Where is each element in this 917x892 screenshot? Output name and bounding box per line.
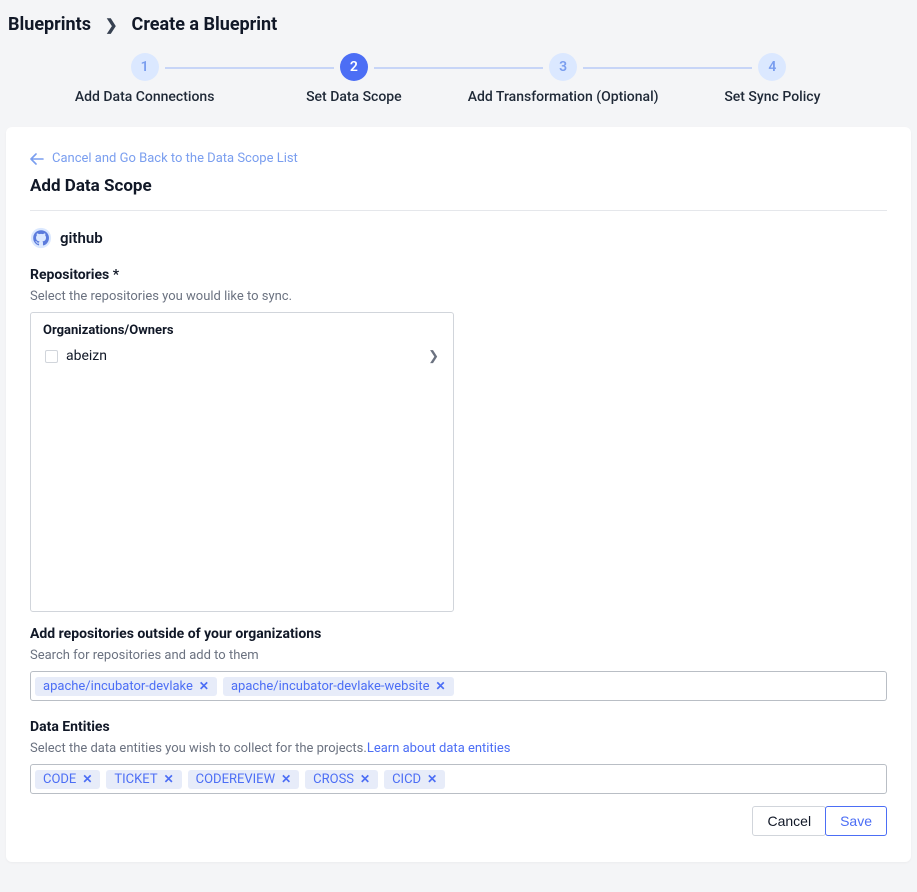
close-icon[interactable]: ✕ xyxy=(360,772,370,786)
close-icon[interactable]: ✕ xyxy=(164,772,174,786)
back-link[interactable]: Cancel and Go Back to the Data Scope Lis… xyxy=(30,151,298,166)
data-scope-card: Cancel and Go Back to the Data Scope Lis… xyxy=(6,127,911,862)
outside-repos-input[interactable]: apache/incubator-devlake ✕ apache/incuba… xyxy=(30,671,887,701)
arrow-left-icon xyxy=(30,153,44,165)
step-number: 1 xyxy=(131,53,159,81)
organizations-listbox[interactable]: Organizations/Owners abeizn ❯ xyxy=(30,312,454,612)
step-add-transformation[interactable]: 3 Add Transformation (Optional) xyxy=(459,53,668,105)
close-icon[interactable]: ✕ xyxy=(82,772,92,786)
breadcrumb-root[interactable]: Blueprints xyxy=(8,14,91,35)
save-button[interactable]: Save xyxy=(825,806,887,836)
repo-tag: apache/incubator-devlake ✕ xyxy=(35,677,217,696)
step-label: Set Sync Policy xyxy=(724,89,820,105)
step-label: Set Data Scope xyxy=(306,89,402,105)
repositories-label: Repositories * xyxy=(30,267,887,283)
entity-tag: TICKET ✕ xyxy=(106,770,181,789)
repositories-hint: Select the repositories you would like t… xyxy=(30,289,887,304)
step-number: 2 xyxy=(340,53,368,81)
org-item-label: abeizn xyxy=(66,348,420,364)
data-entities-hint: Select the data entities you wish to col… xyxy=(30,741,887,756)
entity-tag-label: CICD xyxy=(392,772,421,787)
page-title: Add Data Scope xyxy=(30,176,887,211)
outside-repos-label: Add repositories outside of your organiz… xyxy=(30,626,887,642)
step-label: Add Data Connections xyxy=(75,89,215,105)
outside-repos-hint: Search for repositories and add to them xyxy=(30,648,887,663)
entity-tag-label: CODEREVIEW xyxy=(196,772,275,787)
entity-tag: CROSS ✕ xyxy=(305,770,378,789)
github-icon xyxy=(30,227,52,249)
close-icon[interactable]: ✕ xyxy=(427,772,437,786)
step-number: 4 xyxy=(758,53,786,81)
card-actions: Cancel Save xyxy=(30,806,887,836)
repo-tag-label: apache/incubator-devlake xyxy=(43,679,193,694)
step-add-data-connections[interactable]: 1 Add Data Connections xyxy=(40,53,249,105)
repo-tag-label: apache/incubator-devlake-website xyxy=(231,679,430,694)
breadcrumb-current: Create a Blueprint xyxy=(132,14,278,35)
checkbox-icon[interactable] xyxy=(45,350,58,363)
entity-tag-label: CODE xyxy=(43,772,76,787)
organizations-header: Organizations/Owners xyxy=(43,323,441,338)
repo-tag: apache/incubator-devlake-website ✕ xyxy=(223,677,454,696)
step-set-data-scope[interactable]: 2 Set Data Scope xyxy=(249,53,458,105)
step-number: 3 xyxy=(549,53,577,81)
data-entities-label: Data Entities xyxy=(30,719,887,735)
close-icon[interactable]: ✕ xyxy=(435,679,445,693)
chevron-right-icon: ❯ xyxy=(105,16,118,34)
entity-tag-label: TICKET xyxy=(114,772,157,787)
chevron-right-icon: ❯ xyxy=(428,349,439,364)
back-link-text: Cancel and Go Back to the Data Scope Lis… xyxy=(52,151,298,166)
close-icon[interactable]: ✕ xyxy=(281,772,291,786)
breadcrumb: Blueprints ❯ Create a Blueprint xyxy=(0,0,917,53)
step-label: Add Transformation (Optional) xyxy=(468,89,659,105)
entity-tag: CODE ✕ xyxy=(35,770,100,789)
connection-name: github xyxy=(60,229,103,247)
entity-tag-label: CROSS xyxy=(313,772,354,787)
entity-tag: CODEREVIEW ✕ xyxy=(188,770,300,789)
cancel-button[interactable]: Cancel xyxy=(752,806,826,836)
close-icon[interactable]: ✕ xyxy=(199,679,209,693)
entity-tag: CICD ✕ xyxy=(384,770,445,789)
step-set-sync-policy[interactable]: 4 Set Sync Policy xyxy=(668,53,877,105)
data-entities-input[interactable]: CODE ✕ TICKET ✕ CODEREVIEW ✕ CROSS ✕ CIC… xyxy=(30,764,887,794)
wizard-stepper: 1 Add Data Connections 2 Set Data Scope … xyxy=(0,53,917,127)
learn-entities-link[interactable]: Learn about data entities xyxy=(367,741,511,756)
org-item[interactable]: abeizn ❯ xyxy=(43,346,441,366)
connection-row: github xyxy=(30,227,887,249)
